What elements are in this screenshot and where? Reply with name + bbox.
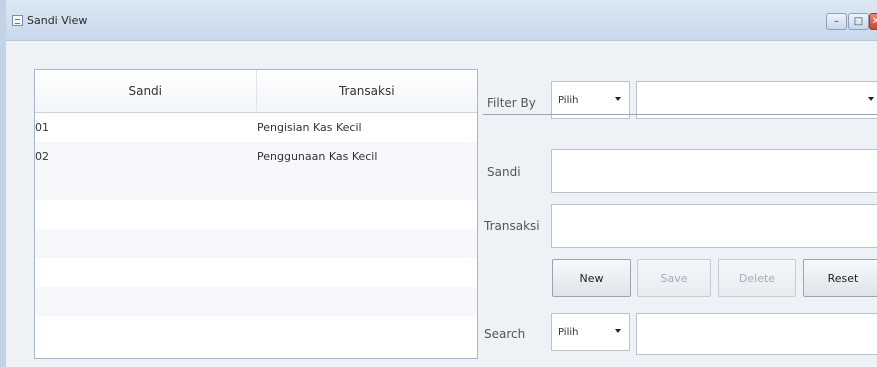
- minimize-icon: –: [834, 16, 839, 27]
- app-icon: [12, 15, 23, 26]
- empty-row: [35, 229, 477, 258]
- empty-row: [35, 171, 477, 200]
- empty-row: [35, 287, 477, 316]
- grid-header: Sandi Transaksi: [35, 70, 477, 113]
- empty-row: [35, 258, 477, 287]
- filter-by-label: Filter By: [487, 96, 536, 110]
- table-row[interactable]: 02 Penggunaan Kas Kecil: [35, 142, 477, 171]
- cell-sandi: 02: [35, 150, 49, 163]
- transaksi-label: Transaksi: [484, 219, 540, 233]
- cell-transaksi: Penggunaan Kas Kecil: [257, 150, 378, 163]
- content-area: Sandi Transaksi 01 Pengisian Kas Kecil 0…: [6, 41, 877, 367]
- reset-button[interactable]: Reset: [803, 259, 877, 297]
- title-bar[interactable]: Sandi View – □ ✕: [6, 0, 877, 41]
- separator: [483, 114, 877, 115]
- grid-body: 01 Pengisian Kas Kecil 02 Penggunaan Kas…: [35, 113, 477, 345]
- filter-by-selected: Pilih: [558, 94, 579, 106]
- chevron-down-icon: [615, 97, 621, 101]
- window-title: Sandi View: [27, 14, 88, 27]
- cell-transaksi: Pengisian Kas Kecil: [257, 121, 362, 134]
- cell-sandi: 01: [35, 121, 49, 134]
- search-by-select[interactable]: Pilih: [551, 313, 630, 351]
- empty-row: [35, 316, 477, 345]
- search-label: Search: [484, 327, 526, 341]
- close-icon: ✕: [872, 16, 877, 27]
- new-button[interactable]: New: [552, 259, 631, 297]
- column-header-transaksi[interactable]: Transaksi: [255, 70, 478, 112]
- close-button[interactable]: ✕: [869, 13, 877, 30]
- chevron-down-icon: [868, 97, 874, 101]
- table-row[interactable]: 01 Pengisian Kas Kecil: [35, 113, 477, 142]
- sandi-view-window: Sandi View – □ ✕ Sandi Transaksi 01 Peng…: [0, 0, 877, 367]
- column-header-sandi[interactable]: Sandi: [35, 70, 256, 112]
- save-button[interactable]: Save: [637, 259, 711, 297]
- transaksi-input[interactable]: [551, 204, 877, 248]
- maximize-button[interactable]: □: [848, 13, 869, 30]
- search-by-selected: Pilih: [558, 326, 579, 338]
- sandi-input[interactable]: [551, 149, 877, 193]
- sandi-label: Sandi: [487, 165, 521, 179]
- sandi-grid[interactable]: Sandi Transaksi 01 Pengisian Kas Kecil 0…: [34, 69, 478, 359]
- chevron-down-icon: [615, 329, 621, 333]
- maximize-icon: □: [853, 16, 864, 27]
- minimize-button[interactable]: –: [826, 13, 847, 30]
- delete-button[interactable]: Delete: [718, 259, 796, 297]
- empty-row: [35, 200, 477, 229]
- search-input[interactable]: [636, 313, 877, 355]
- grid-empty-area: [35, 171, 477, 345]
